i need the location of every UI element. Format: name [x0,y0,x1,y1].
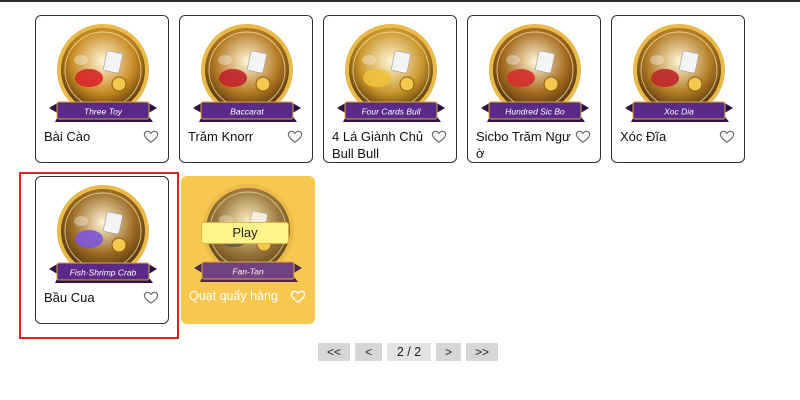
game-banner-label: Fan-Tan [232,267,264,277]
first-page-button[interactable]: << [318,343,350,361]
game-banner-label: Xoc Dia [663,107,694,117]
play-button[interactable]: Play [201,222,289,244]
game-banner-label: Four Cards Bull [361,107,421,117]
heart-icon[interactable] [287,128,303,144]
game-thumbnail[interactable]: Hundred Sic Bo [477,22,593,130]
heart-icon[interactable] [290,288,306,304]
game-name: Quạt quẩy hàng [189,289,278,303]
game-thumbnail[interactable]: Baccarat [189,22,305,130]
thumbnail-art: Xoc Dia [625,24,733,122]
game-card-baccarat[interactable]: Baccarat Trăm Knorr [179,15,313,163]
game-banner-label: Hundred Sic Bo [505,107,565,117]
game-name: Sicbo Trăm Ngư ờ [476,129,571,161]
thumbnail-art: Four Cards Bull [337,24,445,122]
game-name: Trăm Knorr [188,129,254,144]
game-card-four-cards-bull[interactable]: Four Cards Bull 4 Lá Giành Chủ Bull Bull [323,15,457,163]
thumbnail-art: Three Toy [49,24,157,122]
thumbnail-art: Baccarat [193,24,301,122]
game-thumbnail[interactable]: Xoc Dia [621,22,737,130]
game-thumbnail[interactable]: Four Cards Bull [333,22,449,130]
selection-highlight [19,172,179,339]
previous-page-button[interactable]: < [355,343,382,361]
heart-icon[interactable] [431,128,447,144]
game-card-three-toy[interactable]: Three Toy Bài Cào [35,15,169,163]
next-page-button[interactable]: > [436,343,461,361]
game-name: Bài Cào [44,129,91,144]
heart-icon[interactable] [143,128,159,144]
game-name: 4 Lá Giành Chủ Bull Bull [332,129,424,161]
thumbnail-art: Hundred Sic Bo [481,24,589,122]
heart-icon[interactable] [719,128,735,144]
top-divider [0,0,800,2]
game-thumbnail[interactable]: Three Toy [45,22,161,130]
heart-icon[interactable] [575,128,591,144]
game-banner-label: Three Toy [84,107,123,117]
last-page-button[interactable]: >> [466,343,498,361]
game-name: Xóc Đĩa [620,129,667,144]
game-banner-label: Baccarat [230,107,264,117]
game-card-xoc-dia[interactable]: Xoc Dia Xóc Đĩa [611,15,745,163]
game-card-hundred-sic-bo[interactable]: Hundred Sic Bo Sicbo Trăm Ngư ờ [467,15,601,163]
page-indicator: 2 / 2 [387,343,431,361]
game-card-fan-tan[interactable]: Fan-Tan Play Quạt quẩy hàng [181,176,315,324]
